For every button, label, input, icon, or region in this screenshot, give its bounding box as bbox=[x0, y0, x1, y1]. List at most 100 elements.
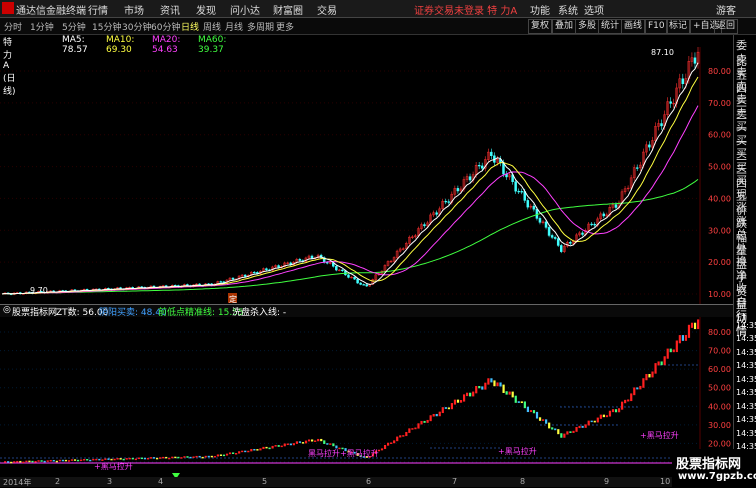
indicator-bar bbox=[590, 420, 593, 423]
menu-item-trade[interactable]: 交易 bbox=[317, 2, 337, 17]
indicator-bar bbox=[241, 450, 244, 453]
menu-item-discover[interactable]: 发现 bbox=[196, 2, 216, 17]
indicator-bar bbox=[201, 456, 204, 459]
period-60min[interactable]: 60分钟 bbox=[151, 20, 180, 33]
indicator-bar bbox=[131, 457, 134, 460]
menu-item-wealth[interactable]: 财富圈 bbox=[273, 2, 303, 17]
signal-annotation-1: +黑马拉升 bbox=[94, 461, 133, 471]
candle-body bbox=[253, 271, 256, 274]
menu-item-market[interactable]: 市场 bbox=[124, 2, 144, 17]
sub-y-tick-label: 70.00 bbox=[708, 347, 731, 356]
date-label: 9 bbox=[604, 477, 610, 486]
period-multi[interactable]: 多周期 bbox=[247, 20, 274, 33]
candle-body bbox=[556, 238, 560, 246]
indicator-bar bbox=[22, 461, 25, 464]
period-more[interactable]: 更多 bbox=[276, 20, 294, 33]
indicator-bar bbox=[101, 459, 104, 461]
button-multistock[interactable]: 多股 bbox=[575, 19, 600, 34]
indicator-bar bbox=[587, 420, 590, 426]
button-overlay[interactable]: 叠加 bbox=[552, 19, 577, 34]
indicator-bar bbox=[165, 456, 168, 459]
indicator-bar bbox=[280, 445, 283, 448]
indicator-bar bbox=[690, 322, 694, 328]
sub-y-tick-label: 60.00 bbox=[708, 365, 731, 374]
indicator-bar bbox=[262, 446, 265, 450]
indicator-chart[interactable]: 80.0070.0060.0050.0040.0030.0020.0010.00… bbox=[0, 317, 733, 477]
app-logo bbox=[2, 2, 14, 14]
indicator-bar bbox=[128, 457, 131, 460]
kline-chart[interactable]: 80.00 70.00 60.00 50.00 40.00 30.00 20.00 10.00… bbox=[0, 47, 733, 304]
indicator-icon[interactable]: ◎ bbox=[3, 305, 11, 315]
side-panel-item: 14:35 bbox=[736, 401, 756, 411]
peak-label: 87.10 bbox=[651, 48, 674, 57]
ma10-line bbox=[1, 76, 699, 295]
indicator-bar bbox=[152, 457, 156, 459]
indicator-bar bbox=[402, 435, 405, 437]
period-15min[interactable]: 15分钟 bbox=[92, 20, 121, 33]
period-30min[interactable]: 30分钟 bbox=[122, 20, 151, 33]
button-f10[interactable]: F10 bbox=[645, 19, 668, 34]
candle-body bbox=[559, 245, 563, 252]
button-statistics[interactable]: 统计 bbox=[598, 19, 623, 34]
candle-body bbox=[231, 277, 235, 280]
indicator-bar bbox=[621, 401, 624, 410]
indicator-bar bbox=[320, 438, 323, 442]
candle-body bbox=[298, 258, 302, 261]
date-label: 4 bbox=[158, 477, 164, 486]
menu-guest[interactable]: 游客 bbox=[716, 2, 736, 17]
indicator-bar bbox=[64, 459, 68, 462]
indicator-bar bbox=[499, 382, 502, 387]
menu-function[interactable]: 功能 bbox=[530, 2, 550, 17]
indicator-bar bbox=[608, 410, 612, 417]
side-panel-item: 14:35 bbox=[736, 334, 756, 343]
button-mark[interactable]: 标记 bbox=[666, 19, 691, 34]
indicator-bar bbox=[46, 460, 49, 462]
indicator-bar bbox=[314, 440, 317, 442]
indicator-bar bbox=[617, 408, 621, 413]
date-label: 10 bbox=[660, 477, 671, 486]
period-monthly[interactable]: 月线 bbox=[225, 20, 243, 33]
menu-item-quotes[interactable]: 行情 bbox=[88, 2, 108, 17]
y-tick-label: 80.00 bbox=[708, 67, 731, 76]
date-label: 2014年 bbox=[3, 478, 32, 487]
period-1min[interactable]: 1分钟 bbox=[30, 20, 54, 33]
indicator-bar bbox=[89, 459, 92, 462]
indicator-bar bbox=[156, 457, 159, 460]
period-5min[interactable]: 5分钟 bbox=[62, 20, 86, 33]
menu-system[interactable]: 系统 bbox=[558, 2, 578, 17]
button-fuquan[interactable]: 复权 bbox=[528, 19, 553, 34]
indicator-bar bbox=[283, 443, 286, 447]
candle-body bbox=[359, 282, 362, 285]
candle-body bbox=[356, 278, 359, 284]
indicator-bar bbox=[274, 445, 277, 447]
indicator-bar bbox=[80, 459, 83, 462]
button-draw[interactable]: 画线 bbox=[621, 19, 646, 34]
indicator-bar bbox=[611, 409, 615, 413]
indicator-bar bbox=[225, 453, 229, 456]
button-back[interactable]: 返回 bbox=[714, 19, 739, 34]
y-tick-label: 70.00 bbox=[708, 99, 731, 108]
indicator-bar bbox=[429, 415, 432, 422]
menu-item-ask[interactable]: 问小达 bbox=[230, 2, 260, 17]
indicator-bar bbox=[560, 433, 563, 438]
signal-annotation-2: 黑马拉升+黑马拉升 bbox=[308, 448, 379, 458]
sub-y-tick-label: 30.00 bbox=[708, 421, 731, 430]
indicator-bar bbox=[420, 420, 423, 425]
indicator-bar bbox=[25, 460, 28, 463]
signal-annotation-4: +黑马拉升 bbox=[640, 430, 679, 440]
indicator-bar bbox=[329, 443, 332, 445]
candle-body bbox=[353, 276, 356, 280]
indicator-bar bbox=[180, 457, 183, 459]
sub-y-ticks: 80.0070.0060.0050.0040.0030.0020.0010.00 bbox=[708, 328, 731, 467]
indicator-bar bbox=[438, 411, 441, 417]
indicator-bar bbox=[523, 401, 526, 409]
indicator-bar bbox=[466, 392, 469, 397]
menu-item-news[interactable]: 资讯 bbox=[160, 2, 180, 17]
indicator-bar bbox=[459, 399, 463, 403]
menu-options[interactable]: 选项 bbox=[584, 2, 604, 17]
indicator-bar bbox=[16, 460, 19, 463]
period-weekly[interactable]: 周线 bbox=[203, 20, 221, 33]
period-fenshi[interactable]: 分时 bbox=[4, 20, 22, 33]
period-daily[interactable]: 日线 bbox=[181, 20, 199, 33]
candle-body bbox=[435, 212, 438, 215]
